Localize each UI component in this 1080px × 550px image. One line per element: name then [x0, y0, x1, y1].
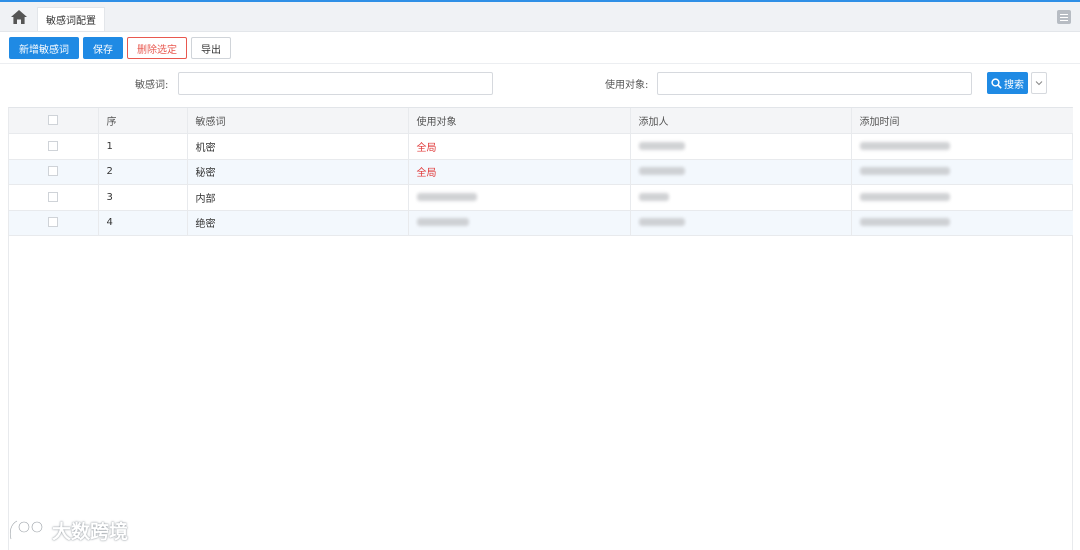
redacted-target	[416, 218, 469, 227]
table-header-row: 序 敏感词 使用对象 添加人 添加时间	[9, 108, 1073, 134]
column-header-target[interactable]: 使用对象	[408, 108, 631, 134]
search-icon	[991, 77, 1002, 89]
row-target[interactable]	[408, 210, 631, 236]
row-select-cell	[9, 133, 99, 160]
table-row[interactable]: 1 机密 全局	[9, 133, 1073, 160]
target-label: 使用对象:	[605, 80, 649, 91]
redacted-target	[416, 192, 477, 201]
watermark: 大数跨境	[8, 515, 128, 545]
redacted-added-time	[859, 141, 950, 150]
redacted-adder	[638, 218, 685, 227]
select-all-checkbox[interactable]	[48, 115, 59, 125]
row-word[interactable]: 秘密	[187, 159, 409, 185]
row-index: 4	[98, 210, 188, 236]
row-word[interactable]: 绝密	[187, 210, 409, 236]
row-added-time	[851, 133, 1073, 160]
row-adder	[630, 133, 852, 160]
row-target[interactable]: 全局	[408, 159, 631, 185]
target-input[interactable]	[657, 72, 972, 95]
row-index: 2	[98, 159, 188, 185]
redacted-adder	[638, 192, 669, 201]
row-checkbox[interactable]	[48, 166, 59, 177]
row-adder	[630, 184, 852, 211]
row-select-cell	[9, 210, 99, 236]
sensitive-word-table: 序 敏感词 使用对象 添加人 添加时间 1 机密 全局 2 秘密 全局 3 内部…	[8, 107, 1073, 550]
redacted-added-time	[859, 218, 950, 227]
list-menu-icon[interactable]	[1057, 10, 1071, 24]
search-button[interactable]: 搜索	[987, 72, 1028, 94]
table-row[interactable]: 2 秘密 全局	[9, 159, 1073, 185]
row-word[interactable]: 内部	[187, 184, 409, 211]
row-adder	[630, 159, 852, 185]
toolbar-divider	[0, 63, 1080, 64]
column-header-adder[interactable]: 添加人	[630, 108, 852, 134]
search-form: 敏感词: 使用对象: 搜索	[0, 72, 1080, 96]
redacted-added-time	[859, 167, 950, 176]
redacted-adder	[638, 141, 685, 150]
column-header-added-time[interactable]: 添加时间	[851, 108, 1073, 134]
delete-selected-button[interactable]: 删除选定	[127, 37, 187, 59]
search-button-label: 搜索	[1004, 79, 1024, 91]
expand-search-button[interactable]	[1031, 72, 1047, 94]
toolbar: 新增敏感词 保存 删除选定 导出	[9, 37, 231, 59]
row-word[interactable]: 机密	[187, 133, 409, 160]
watermark-text: 大数跨境	[52, 520, 129, 543]
table-row[interactable]: 4 绝密	[9, 210, 1073, 236]
column-header-word[interactable]: 敏感词	[187, 108, 409, 134]
row-index: 1	[98, 133, 188, 160]
row-checkbox[interactable]	[48, 140, 59, 151]
save-button[interactable]: 保存	[83, 37, 123, 59]
keyword-label: 敏感词:	[135, 80, 169, 91]
row-target[interactable]	[408, 184, 631, 211]
row-index: 3	[98, 184, 188, 211]
tab-sensitive-word-config[interactable]: 敏感词配置	[37, 7, 105, 31]
watermark-logo-icon	[9, 520, 44, 540]
row-added-time	[851, 210, 1073, 236]
row-added-time	[851, 159, 1073, 185]
table-row[interactable]: 3 内部	[9, 184, 1073, 211]
row-target[interactable]: 全局	[408, 133, 631, 160]
row-adder	[630, 210, 852, 236]
add-sensitive-word-button[interactable]: 新增敏感词	[9, 37, 79, 59]
redacted-added-time	[859, 192, 950, 201]
row-select-cell	[9, 184, 99, 211]
chevron-down-icon	[1035, 81, 1043, 86]
row-checkbox[interactable]	[48, 217, 59, 228]
select-all-cell	[9, 108, 99, 134]
keyword-input[interactable]	[178, 72, 493, 95]
column-header-index[interactable]: 序	[98, 108, 188, 134]
row-checkbox[interactable]	[48, 191, 59, 202]
redacted-adder	[638, 167, 685, 176]
home-button[interactable]	[8, 7, 30, 27]
home-icon	[11, 10, 27, 24]
export-button[interactable]: 导出	[191, 37, 231, 59]
row-select-cell	[9, 159, 99, 185]
tab-bar: 敏感词配置	[0, 2, 1080, 32]
row-added-time	[851, 184, 1073, 211]
